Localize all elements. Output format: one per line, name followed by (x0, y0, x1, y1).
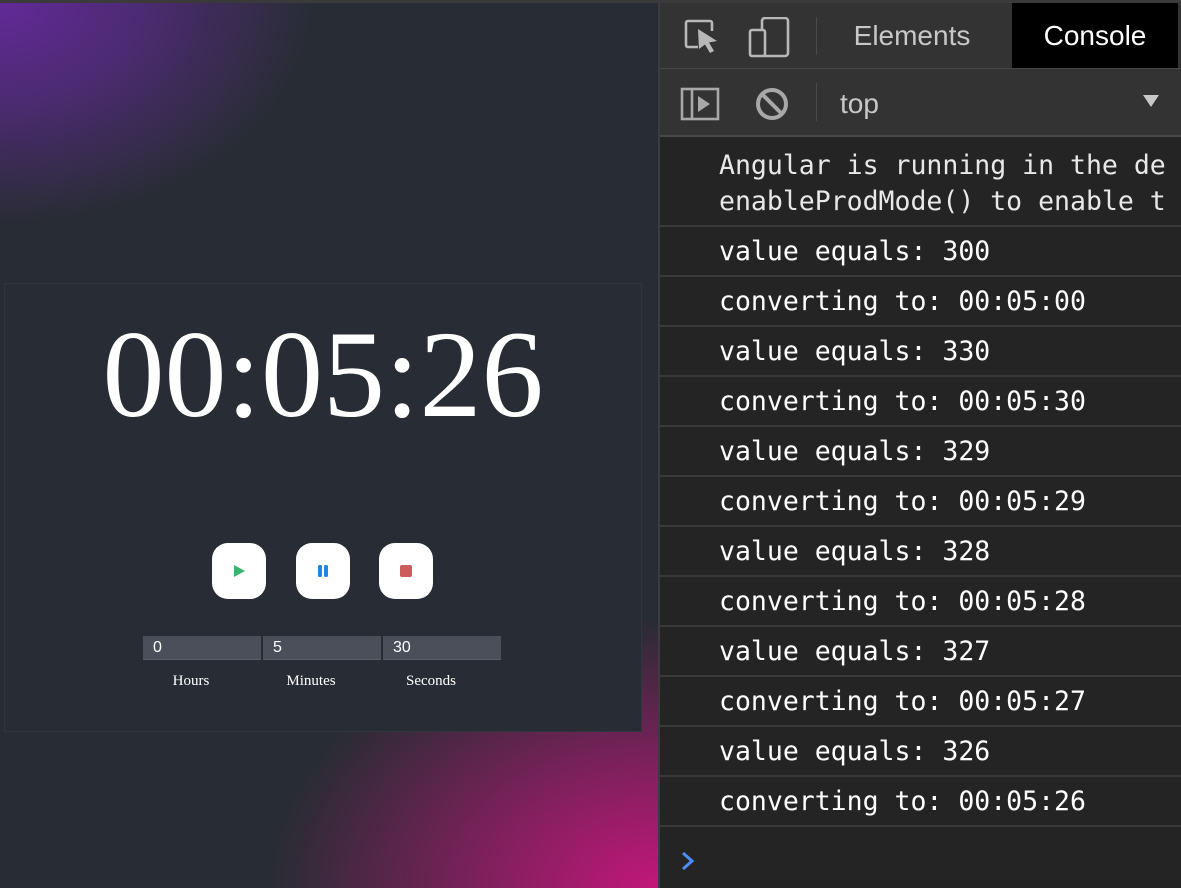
minutes-label: Minutes (286, 673, 336, 689)
seconds-label: Seconds (406, 673, 456, 689)
timer-display: 00:05:26 (102, 306, 544, 443)
console-message: value equals: 327 (660, 627, 1181, 677)
stop-button[interactable] (379, 543, 433, 599)
tab-console[interactable]: Console (1012, 3, 1178, 68)
console-message: value equals: 326 (660, 727, 1181, 777)
console-message: converting to: 00:05:00 (660, 277, 1181, 327)
stop-icon (400, 565, 412, 577)
hours-input[interactable] (143, 636, 261, 660)
console-message: converting to: 00:05:29 (660, 477, 1181, 527)
console-message-line: Angular is running in the de (719, 150, 1166, 181)
hours-label: Hours (172, 673, 210, 689)
play-button[interactable] (212, 543, 266, 599)
context-selector[interactable]: top (840, 69, 879, 135)
dropdown-arrow-icon[interactable] (1142, 93, 1160, 112)
console-message: value equals: 330 (660, 327, 1181, 377)
minutes-input[interactable] (263, 636, 381, 660)
devtools-panel: Elements Console top Angular is running … (658, 0, 1181, 888)
app-viewport: 00:05:26 Hours Minutes Seconds (0, 0, 658, 888)
inspect-element-icon[interactable] (684, 17, 720, 61)
console-log: Angular is running in the de enableProdM… (660, 139, 1181, 827)
clear-console-icon[interactable] (754, 86, 790, 126)
console-message: converting to: 00:05:28 (660, 577, 1181, 627)
toolbar-divider (816, 83, 817, 121)
console-message: value equals: 300 (660, 227, 1181, 277)
console-message: converting to: 00:05:26 (660, 777, 1181, 827)
play-icon (234, 565, 245, 577)
devtools-tabbar: Elements Console (660, 3, 1181, 69)
console-message: converting to: 00:05:30 (660, 377, 1181, 427)
console-prompt-icon[interactable] (680, 850, 696, 876)
window-top-border (0, 0, 1181, 3)
tab-elements[interactable]: Elements (840, 3, 984, 68)
tabbar-divider (816, 17, 817, 55)
console-message: value equals: 328 (660, 527, 1181, 577)
console-message: converting to: 00:05:27 (660, 677, 1181, 727)
console-message: value equals: 329 (660, 427, 1181, 477)
device-toolbar-icon[interactable] (748, 16, 790, 63)
console-message-line: enableProdMode() to enable t (719, 186, 1166, 217)
show-sidebar-icon[interactable] (680, 87, 720, 125)
seconds-input[interactable] (383, 636, 501, 660)
pause-button[interactable] (296, 543, 350, 599)
pause-icon (318, 565, 328, 577)
console-message: Angular is running in the de enableProdM… (660, 139, 1181, 227)
console-toolbar: top (660, 69, 1181, 137)
